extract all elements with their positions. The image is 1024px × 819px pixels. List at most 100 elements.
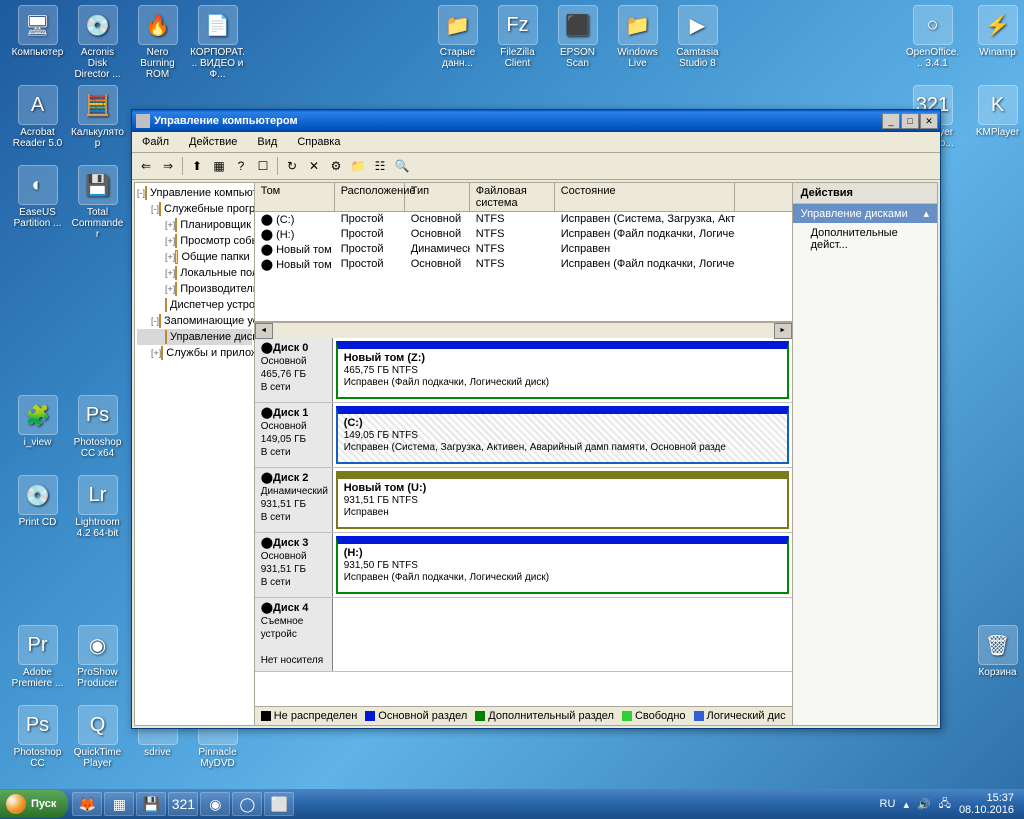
tree-item[interactable]: [+]Производительность: [137, 281, 252, 297]
disk-info[interactable]: ⬤Диск 4Съемное устройсНет носителя: [255, 598, 333, 671]
titlebar[interactable]: Управление компьютером _ □ ✕: [132, 110, 940, 132]
actions-subheader[interactable]: Управление дисками▴: [793, 204, 937, 223]
volume-row[interactable]: ⬤ (C:)ПростойОсновнойNTFSИсправен (Систе…: [255, 212, 792, 227]
app-icon: 📁: [618, 5, 658, 45]
minimize-button[interactable]: _: [882, 113, 900, 129]
desktop-icon[interactable]: 🧮Калькулятор: [70, 85, 125, 149]
find-button[interactable]: 🔍: [392, 156, 412, 176]
back-button[interactable]: ⇐: [136, 156, 156, 176]
settings-button[interactable]: ⚙: [326, 156, 346, 176]
properties-button[interactable]: ?: [231, 156, 251, 176]
menu-item[interactable]: Справка: [293, 134, 344, 150]
tree-item[interactable]: [-]Служебные программы: [137, 201, 252, 217]
app-icon: 🖥: [18, 5, 58, 45]
volume-row[interactable]: ⬤ Новый том (U:)ПростойДинамическийNTFSИ…: [255, 242, 792, 257]
desktop-icon[interactable]: PsPhotoshop CC: [10, 705, 65, 769]
desktop-icon[interactable]: 🖥Компьютер: [10, 5, 65, 58]
menu-item[interactable]: Вид: [253, 134, 281, 150]
desktop-icon[interactable]: 📄КОРПОРАТ... ВИДЕО и Ф...: [190, 5, 245, 80]
volume-block[interactable]: (H:)931,50 ГБ NTFSИсправен (Файл подкачк…: [336, 536, 789, 594]
desktop-icon[interactable]: 🗑Корзина: [970, 625, 1024, 678]
disk-info[interactable]: ⬤Диск 3Основной931,51 ГБВ сети: [255, 533, 333, 597]
desktop-icon[interactable]: FzFileZilla Client: [490, 5, 545, 69]
column-header[interactable]: Том: [255, 183, 335, 211]
media-taskbar-icon[interactable]: 321: [168, 792, 198, 816]
volume-row[interactable]: ⬤ Новый том (Z:)ПростойОсновнойNTFSИспра…: [255, 257, 792, 272]
start-button[interactable]: Пуск: [0, 790, 68, 818]
tray-up-icon[interactable]: ▴: [903, 798, 909, 811]
volume-block[interactable]: Новый том (U:)931,51 ГБ NTFSИсправен: [336, 471, 789, 529]
column-header[interactable]: Состояние: [555, 183, 735, 211]
desktop-icon[interactable]: ◉ProShow Producer: [70, 625, 125, 689]
desktop-icon[interactable]: 📁Старые данн...: [430, 5, 485, 69]
desktop-icon[interactable]: ⬛EPSON Scan: [550, 5, 605, 69]
volume-row[interactable]: ⬤ (H:)ПростойОсновнойNTFSИсправен (Файл …: [255, 227, 792, 242]
column-header[interactable]: Файловая система: [470, 183, 555, 211]
horizontal-scrollbar[interactable]: [255, 322, 792, 338]
desktop-icon[interactable]: KKMPlayer: [970, 85, 1024, 138]
tree-item[interactable]: Управление дисками: [137, 329, 252, 345]
column-header[interactable]: Тип: [405, 183, 470, 211]
volume-icon[interactable]: 🔊: [917, 798, 931, 811]
delete-button[interactable]: ✕: [304, 156, 324, 176]
close-button[interactable]: ✕: [920, 113, 938, 129]
forward-button[interactable]: ⇒: [158, 156, 178, 176]
desktop-icon[interactable]: 💾Total Commander: [70, 165, 125, 240]
disk-icon: ⬤: [261, 244, 273, 256]
tree-item[interactable]: [+]Общие папки: [137, 249, 252, 265]
volume-block[interactable]: Новый том (Z:)465,75 ГБ NTFSИсправен (Фа…: [336, 341, 789, 399]
volume-block[interactable]: (C:)149,05 ГБ NTFSИсправен (Система, Заг…: [336, 406, 789, 464]
tree-item[interactable]: [+]Планировщик заданий: [137, 217, 252, 233]
firefox-taskbar-icon[interactable]: 🦊: [72, 792, 102, 816]
app-icon: 🧮: [78, 85, 118, 125]
tree-item[interactable]: [-]Запоминающие устройства: [137, 313, 252, 329]
desktop-icon[interactable]: AAcrobat Reader 5.0: [10, 85, 65, 149]
refresh-button[interactable]: ↻: [282, 156, 302, 176]
column-header[interactable]: Расположение: [335, 183, 405, 211]
save-taskbar-icon[interactable]: 💾: [136, 792, 166, 816]
desktop-icon[interactable]: ◐EaseUS Partition ...: [10, 165, 65, 229]
system-tray: RU ▴ 🔊 🖧 15:37 08.10.2016: [880, 792, 1024, 816]
list-button[interactable]: ☷: [370, 156, 390, 176]
tree-item[interactable]: Диспетчер устройств: [137, 297, 252, 313]
folder-button[interactable]: 📁: [348, 156, 368, 176]
desktop-icon[interactable]: ⚡Winamp: [970, 5, 1024, 58]
desktop-icon[interactable]: QQuickTime Player: [70, 705, 125, 769]
network-icon[interactable]: 🖧: [939, 795, 951, 814]
desktop-icon[interactable]: 🔥Nero Burning ROM: [130, 5, 185, 80]
clock[interactable]: 15:37 08.10.2016: [959, 792, 1014, 816]
app-taskbar-icon[interactable]: ▦: [104, 792, 134, 816]
show-hide-button[interactable]: ▦: [209, 156, 229, 176]
tree-item[interactable]: [+]Службы и приложения: [137, 345, 252, 361]
disk-info[interactable]: ⬤Диск 1Основной149,05 ГБВ сети: [255, 403, 333, 467]
desktop-icon[interactable]: ○OpenOffice... 3.4.1: [905, 5, 960, 69]
tree-item[interactable]: [+]Локальные пользователи: [137, 265, 252, 281]
folder-icon: [175, 266, 177, 280]
desktop-icon[interactable]: 🧩i_view: [10, 395, 65, 448]
desktop-icon[interactable]: PrAdobe Premiere ...: [10, 625, 65, 689]
app2-taskbar-icon[interactable]: ◉: [200, 792, 230, 816]
folder-icon: [159, 314, 161, 328]
desktop-icon[interactable]: PsPhotoshop CC x64: [70, 395, 125, 459]
app-icon: 🔥: [138, 5, 178, 45]
actions-more-item[interactable]: Дополнительные дейст...: [793, 223, 937, 255]
desktop-icon[interactable]: 📁Windows Live: [610, 5, 665, 69]
help-button[interactable]: ☐: [253, 156, 273, 176]
up-button[interactable]: ⬆: [187, 156, 207, 176]
disk-info[interactable]: ⬤Диск 2Динамический931,51 ГБВ сети: [255, 468, 333, 532]
maximize-button[interactable]: □: [901, 113, 919, 129]
disk-info[interactable]: ⬤Диск 0Основной465,76 ГБВ сети: [255, 338, 333, 402]
desktop-icon[interactable]: 💿Acronis Disk Director ...: [70, 5, 125, 80]
language-indicator[interactable]: RU: [880, 798, 896, 810]
chrome-taskbar-icon[interactable]: ◯: [232, 792, 262, 816]
mgmt-taskbar-icon[interactable]: ⬜: [264, 792, 294, 816]
desktop-icon[interactable]: 💿Print CD: [10, 475, 65, 528]
actions-panel: Действия Управление дисками▴ Дополнитель…: [793, 183, 937, 725]
desktop-icon[interactable]: LrLightroom 4.2 64-bit: [70, 475, 125, 539]
tree-item[interactable]: [-]Управление компьютером (лока: [137, 185, 252, 201]
tree-item[interactable]: [+]Просмотр событий: [137, 233, 252, 249]
menu-item[interactable]: Действие: [185, 134, 241, 150]
disk-panel: ⬤Диск 0Основной465,76 ГБВ сетиНовый том …: [255, 338, 792, 706]
desktop-icon[interactable]: ▶Camtasia Studio 8: [670, 5, 725, 69]
menu-item[interactable]: Файл: [138, 134, 173, 150]
